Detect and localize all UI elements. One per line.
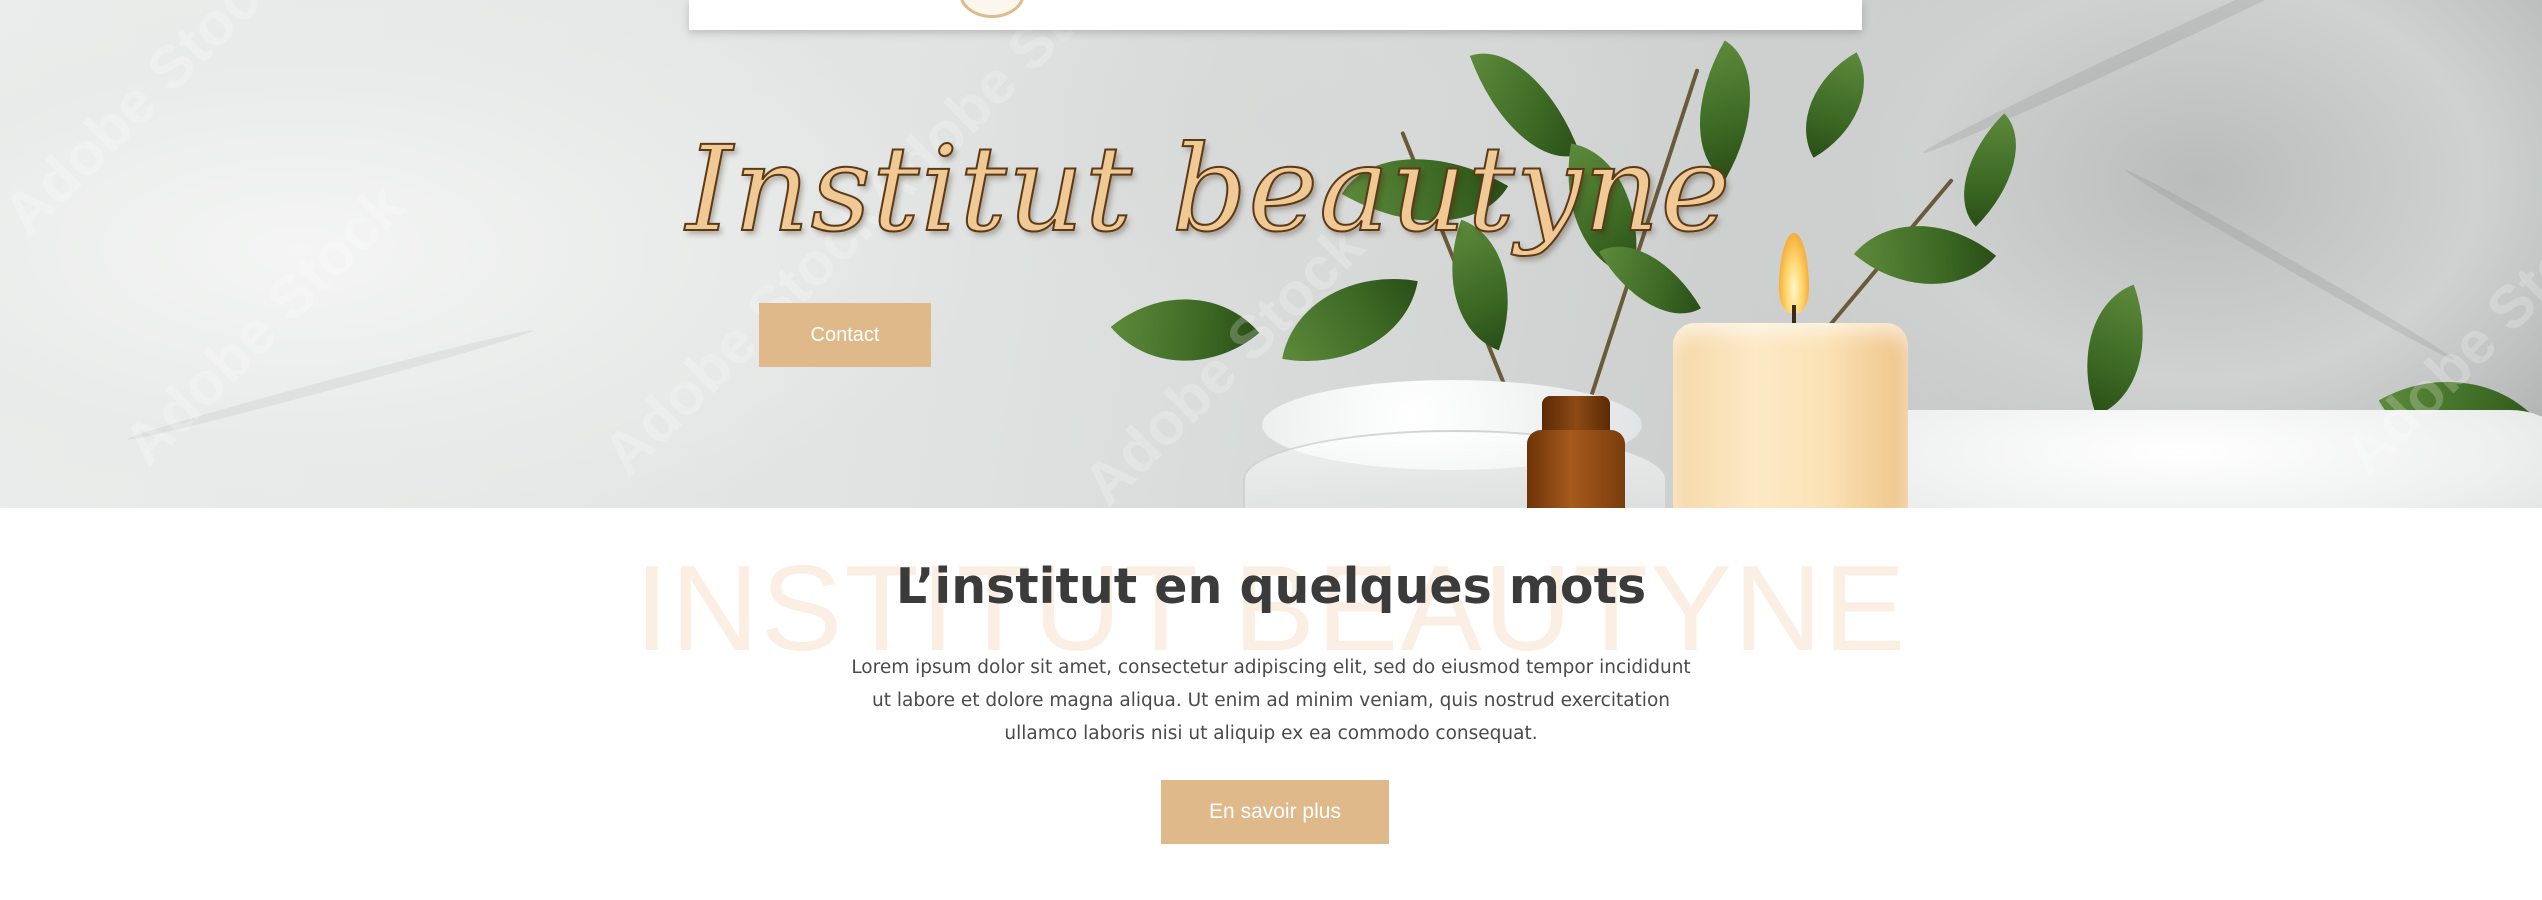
candle-wick — [1792, 305, 1796, 325]
intro-paragraph: Lorem ipsum dolor sit amet, consectetur … — [851, 657, 1691, 744]
marble-vein — [125, 325, 535, 445]
contact-button[interactable]: Contact — [759, 303, 931, 367]
stock-watermark: Adobe Stock — [0, 0, 297, 248]
oil-bottle — [1527, 430, 1625, 508]
hero-banner: Adobe Stock Adobe Stock Adobe Stock Adob… — [0, 0, 2542, 508]
logo[interactable] — [959, 0, 1025, 18]
leaf — [1778, 52, 1892, 158]
page: Adobe Stock Adobe Stock Adobe Stock Adob… — [0, 0, 2542, 900]
leaf — [2058, 284, 2172, 416]
candle-flame — [1779, 233, 1809, 313]
candle — [1673, 323, 1908, 508]
hero-title: Institut beautyne — [685, 119, 1732, 259]
marble-vein — [2122, 165, 2458, 365]
leaf — [1933, 113, 2047, 227]
learn-more-button[interactable]: En savoir plus — [1161, 780, 1389, 844]
leaf — [1282, 260, 1418, 380]
section-heading: L’institut en quelques mots — [895, 558, 1647, 615]
leaf — [1110, 256, 1260, 404]
site-header — [689, 0, 1862, 30]
